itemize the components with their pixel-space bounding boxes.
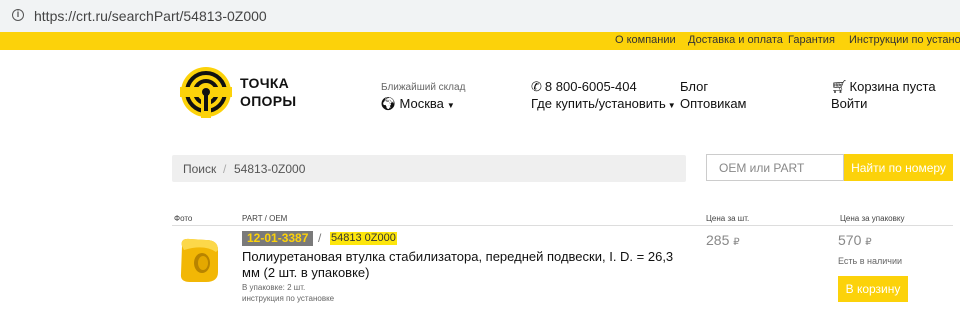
breadcrumb-query: 54813-0Z000 [234, 162, 306, 176]
search-breadcrumb: Поиск / 54813-0Z000 [172, 155, 686, 182]
availability-status: Есть в наличии [838, 256, 902, 266]
find-by-number-button[interactable]: Найти по номеру [844, 154, 953, 181]
product-image[interactable] [176, 236, 222, 284]
oem-code-badge[interactable]: 54813 0Z000 [330, 232, 397, 245]
blog-link[interactable]: Блог [680, 79, 708, 94]
caret-down-icon: ▼ [667, 101, 676, 110]
column-header-pack-price: Цена за упаковку [840, 214, 905, 223]
globe-icon: 🌍︎ [380, 96, 397, 111]
add-to-cart-button[interactable]: В корзину [838, 276, 908, 302]
cart-status: Корзина пуста [849, 79, 936, 94]
logo-line-2: ОПОРЫ [240, 93, 297, 109]
pack-price-value: 570 [838, 232, 862, 248]
nav-link-about[interactable]: О компании [615, 34, 676, 46]
column-header-unit-price: Цена за шт. [706, 214, 750, 223]
phone-link[interactable]: ✆ 8 800-6005-404 [531, 79, 637, 95]
table-divider [172, 225, 953, 226]
top-navigation-bar: О компании Доставка и оплата Гарантия Ин… [0, 32, 960, 50]
cart-icon: 🛒︎ [831, 79, 848, 94]
logo-line-1: ТОЧКА [240, 75, 290, 91]
caret-down-icon: ▼ [446, 101, 455, 110]
site-info-icon[interactable]: i [12, 9, 24, 21]
breadcrumb-separator: / [223, 162, 227, 176]
part-code-badge[interactable]: 12-01-3387 [242, 231, 314, 246]
url-text[interactable]: https://crt.ru/searchPart/54813-0Z000 [34, 8, 267, 24]
nav-link-warranty[interactable]: Гарантия [788, 34, 835, 46]
where-to-buy-dropdown[interactable]: Где купить/установить ▼ [531, 96, 676, 111]
phone-icon: ✆ [531, 79, 542, 94]
nav-link-delivery[interactable]: Доставка и оплата [688, 34, 783, 46]
breadcrumb-root[interactable]: Поиск [183, 162, 216, 176]
code-separator: / [318, 231, 322, 245]
where-to-buy-label: Где купить/установить [531, 96, 666, 111]
install-instruction-link[interactable]: инструкция по установке [242, 294, 334, 303]
product-title[interactable]: Полиуретановая втулка стабилизатора, пер… [242, 249, 682, 281]
pack-price: 570 ₽ [838, 232, 872, 248]
logo-text: ТОЧКА ОПОРЫ [240, 74, 296, 110]
warehouse-city-selector[interactable]: 🌍︎ Москва ▼ [380, 96, 455, 112]
ruble-icon: ₽ [733, 237, 740, 248]
unit-price: 285 ₽ [706, 232, 740, 248]
oem-search-input[interactable] [706, 154, 844, 181]
ruble-icon: ₽ [865, 237, 872, 248]
warehouse-city: Москва [399, 96, 444, 111]
phone-number: 8 800-6005-404 [544, 79, 637, 94]
column-header-photo: Фото [174, 214, 193, 223]
cart-link[interactable]: 🛒︎ Корзина пуста [831, 79, 936, 95]
login-link[interactable]: Войти [831, 96, 867, 111]
wholesale-link[interactable]: Оптовикам [680, 96, 747, 111]
nav-link-instructions[interactable]: Инструкции по установке [849, 34, 960, 46]
warehouse-label: Ближайший склад [381, 82, 466, 93]
pack-info: В упаковке: 2 шт. [242, 283, 306, 292]
browser-address-bar[interactable]: i https://crt.ru/searchPart/54813-0Z000 [0, 0, 960, 32]
unit-price-value: 285 [706, 232, 730, 248]
company-logo[interactable] [180, 66, 232, 118]
column-header-part: PART / OEM [242, 214, 288, 223]
